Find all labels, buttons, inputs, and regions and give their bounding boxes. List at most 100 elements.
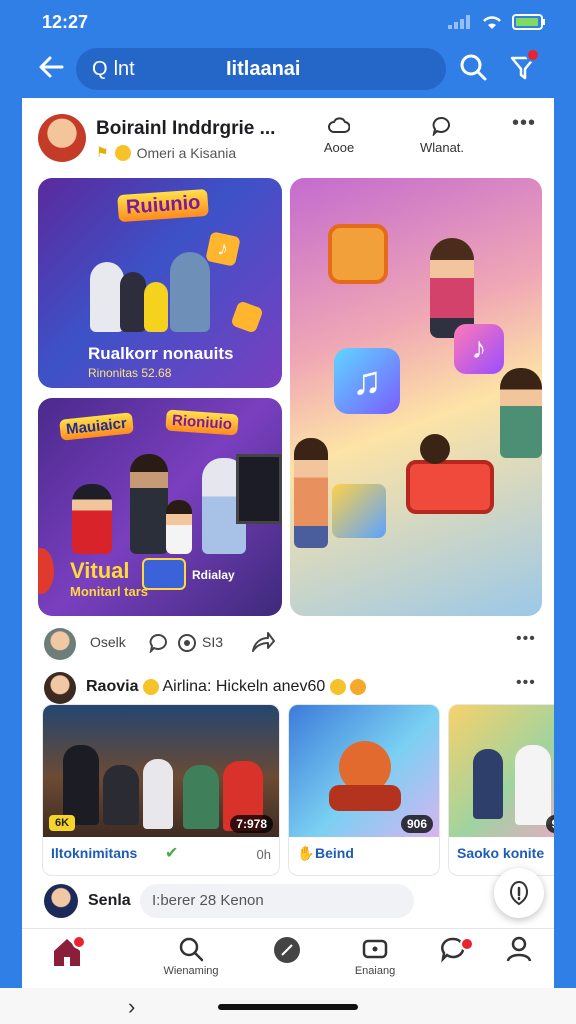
floating-action-button[interactable]: [494, 868, 544, 918]
more-icon[interactable]: •••: [516, 630, 536, 648]
avatar[interactable]: [44, 628, 76, 660]
tile-1-subcaption: Rinonitas 52.68: [88, 366, 172, 380]
post-2-header: Raovia Airlina: Hickeln anev60 •••: [22, 668, 554, 708]
tile-3-caption: Vitual: [70, 558, 130, 583]
character-illustration: [430, 238, 474, 338]
post-2-author[interactable]: Raovia: [86, 678, 138, 695]
card-meta: 0h: [256, 847, 271, 862]
comment-author: Senla: [88, 892, 131, 909]
page-title: Iitlaanai: [226, 57, 301, 80]
video-card-3[interactable]: 91 Saoko konite: [448, 704, 554, 876]
search-text: lnt: [113, 57, 135, 80]
media-tile-1[interactable]: Ruiunio ♪ Rualkorr nonauits Rinonitas 52…: [38, 178, 282, 388]
action-1-label: Aooe: [323, 140, 355, 155]
badge-icon: ⚑: [96, 144, 109, 160]
app-icon: [328, 224, 388, 284]
card-tag: 6K: [49, 815, 76, 831]
reactions-count[interactable]: Oselk: [90, 634, 126, 650]
tab-home[interactable]: [22, 935, 112, 971]
views-icon: [178, 634, 196, 652]
share-icon[interactable]: [250, 631, 276, 653]
back-button[interactable]: [36, 52, 70, 86]
search-icon: [460, 54, 487, 81]
comments-count: SI3: [202, 634, 224, 650]
emoji-icon: [114, 144, 131, 161]
music-note-icon: ♪: [454, 324, 504, 374]
filter-badge: [526, 48, 540, 62]
check-icon: ✔: [165, 845, 179, 862]
wifi-icon: [483, 16, 501, 29]
post-header: Boirainl Inddrgrie ... ⚑ Omeri a Kisania…: [22, 98, 554, 170]
chevron-right-icon[interactable]: ›: [128, 994, 135, 1020]
tile-3-badge-text: Rdialay: [192, 568, 235, 582]
post-title[interactable]: Boirainl Inddrgrie ...: [96, 118, 275, 140]
media-tile-2[interactable]: ♫ ♪: [290, 178, 542, 616]
tile-3-badge: [142, 558, 186, 590]
feed-panel: Boirainl Inddrgrie ... ⚑ Omeri a Kisania…: [22, 98, 554, 928]
card-duration: 7:978: [230, 815, 273, 833]
character-illustration: [294, 438, 328, 548]
cube-icon: [332, 484, 386, 538]
avatar[interactable]: [44, 884, 78, 918]
emoji-icon: [329, 678, 346, 695]
info-icon: [509, 880, 529, 906]
post-2-title: Raovia Airlina: Hickeln anev60: [86, 678, 367, 696]
tile-1-caption: Rualkorr nonauits: [88, 344, 234, 363]
action-button-2[interactable]: Wlanat.: [412, 116, 472, 155]
character-illustration: [500, 368, 542, 458]
status-time: 12:27: [42, 12, 89, 32]
cloud-icon: [328, 117, 350, 133]
signal-icon: [448, 15, 470, 29]
action-2-label: Wlanat.: [419, 140, 465, 155]
battery-icon: [512, 14, 545, 30]
tab-create[interactable]: [242, 935, 332, 967]
media-tile-3[interactable]: Mauiaicr Rioniuio Vitual Monitarl tars R…: [38, 398, 282, 616]
action-button-1[interactable]: Aooe: [314, 116, 364, 155]
search-input[interactable]: Q lnt Iitlaanai: [76, 48, 446, 90]
family-illustration: [72, 454, 248, 554]
card-label: Iltoknimitans: [51, 845, 138, 861]
more-icon[interactable]: •••: [512, 112, 536, 135]
tab-live[interactable]: Enaiang: [330, 935, 420, 977]
tile-3-banner-left-text: Mauiaicr: [65, 414, 128, 439]
tab-search[interactable]: Wienaming: [146, 935, 236, 977]
reaction-row: Oselk SI3 •••: [22, 618, 554, 668]
ball-illustration: [38, 548, 54, 594]
tile-3-banner-left: Mauiaicr: [59, 412, 134, 441]
music-note-icon: ♫: [334, 348, 400, 414]
status-icons: [448, 14, 546, 30]
app-header: Q lnt Iitlaanai: [0, 44, 576, 94]
tab-search-label: Wienaming: [163, 965, 219, 977]
tv-icon: [362, 939, 388, 959]
comment-icon[interactable]: [148, 633, 170, 653]
video-card-1[interactable]: 6K 7:978 Iltoknimitans ✔ 0h: [42, 704, 280, 876]
feather-icon: [274, 937, 300, 963]
tile-3-banner-right-text: Rioniuio: [171, 411, 233, 434]
video-thumbnail: [449, 705, 554, 837]
comment-input[interactable]: I:berer 28 Kenon: [140, 884, 414, 918]
avatar[interactable]: [44, 672, 76, 704]
card-label: Beind: [315, 845, 354, 861]
tile-1-banner: Ruiunio: [117, 188, 210, 223]
thumb-icon: ✋: [297, 845, 315, 861]
filter-button[interactable]: [508, 48, 542, 86]
tab-profile[interactable]: [474, 935, 564, 965]
tile-3-subcaption: Monitarl tars: [70, 584, 149, 599]
bottom-tab-bar: Wienaming Enaiang: [22, 928, 554, 988]
search-button[interactable]: [458, 52, 492, 86]
search-icon: [179, 937, 204, 962]
character-illustration: [420, 434, 450, 464]
home-indicator[interactable]: [218, 1004, 358, 1010]
tab-live-label: Enaiang: [354, 965, 396, 977]
chat-bubble-icon: [432, 117, 450, 136]
home-badge: [72, 935, 86, 949]
card-label: Saoko konite: [457, 845, 545, 861]
avatar[interactable]: [38, 114, 86, 162]
card-duration: 906: [400, 815, 433, 833]
family-illustration: [86, 248, 226, 338]
search-prefix: Q: [92, 57, 108, 80]
tablet-illustration: [406, 460, 494, 514]
more-icon[interactable]: •••: [516, 674, 536, 692]
tv-illustration: [236, 454, 282, 524]
video-card-2[interactable]: 906 ✋ Beind: [288, 704, 440, 876]
